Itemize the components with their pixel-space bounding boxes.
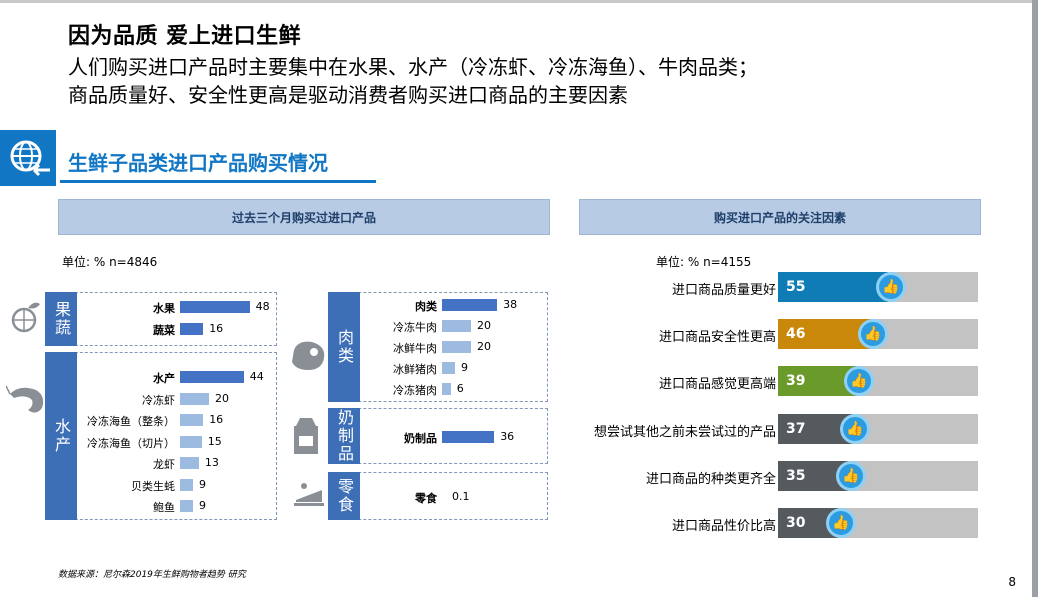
left-banner: 过去三个月购买过进口产品	[58, 199, 550, 235]
bar-label: 零食	[415, 492, 437, 505]
factor-label: 进口商品的种类更齐全	[645, 471, 776, 487]
bar-value: 36	[500, 430, 515, 443]
bar	[442, 341, 471, 353]
bar-value: 0.1	[452, 490, 470, 503]
bar	[442, 383, 451, 395]
bar-label: 冰鲜猪肉	[393, 363, 437, 376]
bar-value: 20	[215, 391, 229, 405]
bar	[442, 431, 495, 443]
bar-value: 20	[477, 340, 491, 353]
page-number: 8	[1008, 575, 1016, 589]
subtitle-line-2: 商品质量好、安全性更高是驱动消费者购买进口商品的主要因素	[68, 83, 628, 107]
bar-label: 水果	[153, 302, 175, 315]
bar-label: 贝类生蚝	[131, 479, 175, 493]
group-tag-3: 奶制品	[328, 408, 360, 464]
bar	[180, 323, 204, 335]
thumbs-up-icon: 👍	[836, 460, 866, 491]
thumbs-up-icon: 👍	[840, 413, 870, 444]
bar-value: 48	[255, 300, 270, 313]
group-tag-1: 水产	[45, 352, 77, 520]
bar-value: 16	[209, 322, 224, 335]
bar-label: 水产	[153, 372, 175, 385]
bar-label: 蔬菜	[153, 324, 175, 337]
fruit-icon	[8, 298, 44, 334]
factor-label: 进口商品性价比高	[671, 519, 776, 534]
bar	[442, 320, 471, 332]
bar-value: 15	[207, 434, 222, 448]
thumbs-up-icon: 👍	[858, 319, 888, 350]
bar	[180, 301, 250, 313]
top-border	[0, 0, 1038, 3]
group-tag-4: 零食	[328, 472, 360, 520]
bar-value: 38	[503, 298, 518, 311]
bar-value: 9	[199, 499, 207, 512]
right-scroll-edge	[1032, 0, 1038, 597]
bar	[180, 478, 194, 491]
bar	[180, 457, 199, 469]
group-tag-0: 果蔬	[45, 292, 77, 346]
section-underline	[60, 180, 376, 183]
factor-label: 进口商品感觉更高端	[658, 377, 776, 393]
bar-value: 44	[249, 370, 264, 383]
factor-label: 想尝试其他之前未尝试过的产品	[593, 424, 776, 440]
bar-label: 冷冻牛肉	[393, 321, 437, 334]
bar-label: 冷冻虾	[142, 393, 175, 407]
bar-value: 20	[477, 319, 491, 332]
right-banner: 购买进口产品的关注因素	[579, 199, 981, 235]
bar-label: 冷冻海鱼（切片）	[87, 436, 175, 450]
factor-bar: 46	[778, 319, 870, 350]
bar-label: 鲍鱼	[153, 501, 175, 514]
bar	[180, 500, 194, 512]
group-box-4	[328, 472, 548, 520]
data-source: 数据来源：尼尔森2019年生鲜购物者趋势 研究	[58, 570, 246, 580]
section-title: 生鲜子品类进口产品购买情况	[68, 151, 328, 175]
cake-icon	[292, 478, 326, 508]
page-title: 因为品质 爱上进口生鲜	[68, 24, 302, 49]
bar	[180, 371, 244, 383]
bar-label: 冰鲜牛肉	[393, 342, 437, 355]
left-unit: 单位: % n=4846	[62, 255, 158, 269]
right-unit: 单位: % n=4155	[656, 255, 752, 269]
bar-value: 9	[199, 477, 207, 491]
bar	[180, 392, 209, 405]
bar-value: 6	[456, 382, 464, 395]
bar-value: 13	[204, 456, 219, 469]
meat-icon	[288, 338, 328, 374]
globe-arrow-icon	[0, 130, 56, 186]
milk-icon	[290, 416, 324, 456]
factor-bar: 55	[778, 272, 888, 302]
bar-label: 冷冻海鱼（整条）	[87, 415, 175, 428]
bar	[442, 362, 456, 374]
bar-label: 冷冻猪肉	[393, 384, 437, 397]
bar	[442, 299, 498, 311]
group-box-3	[328, 408, 548, 464]
subtitle-line-1: 人们购买进口产品时主要集中在水果、水产（冷冻虾、冷冻海鱼）、牛肉品类；	[68, 55, 758, 79]
shrimp-icon	[5, 380, 50, 420]
thumbs-up-icon: 👍	[876, 272, 906, 302]
bar-label: 肉类	[415, 300, 437, 313]
thumbs-up-icon: 👍	[826, 508, 856, 538]
group-tag-2: 肉类	[328, 292, 360, 402]
bar	[180, 435, 202, 448]
bar-label: 奶制品	[404, 432, 437, 445]
bar-value: 16	[209, 413, 224, 426]
factor-label: 进口商品质量更好	[671, 283, 776, 298]
bar-value: 9	[461, 361, 469, 374]
factor-label: 进口商品安全性更高	[658, 330, 776, 346]
bar-label: 龙虾	[153, 458, 175, 471]
bar	[180, 414, 204, 426]
